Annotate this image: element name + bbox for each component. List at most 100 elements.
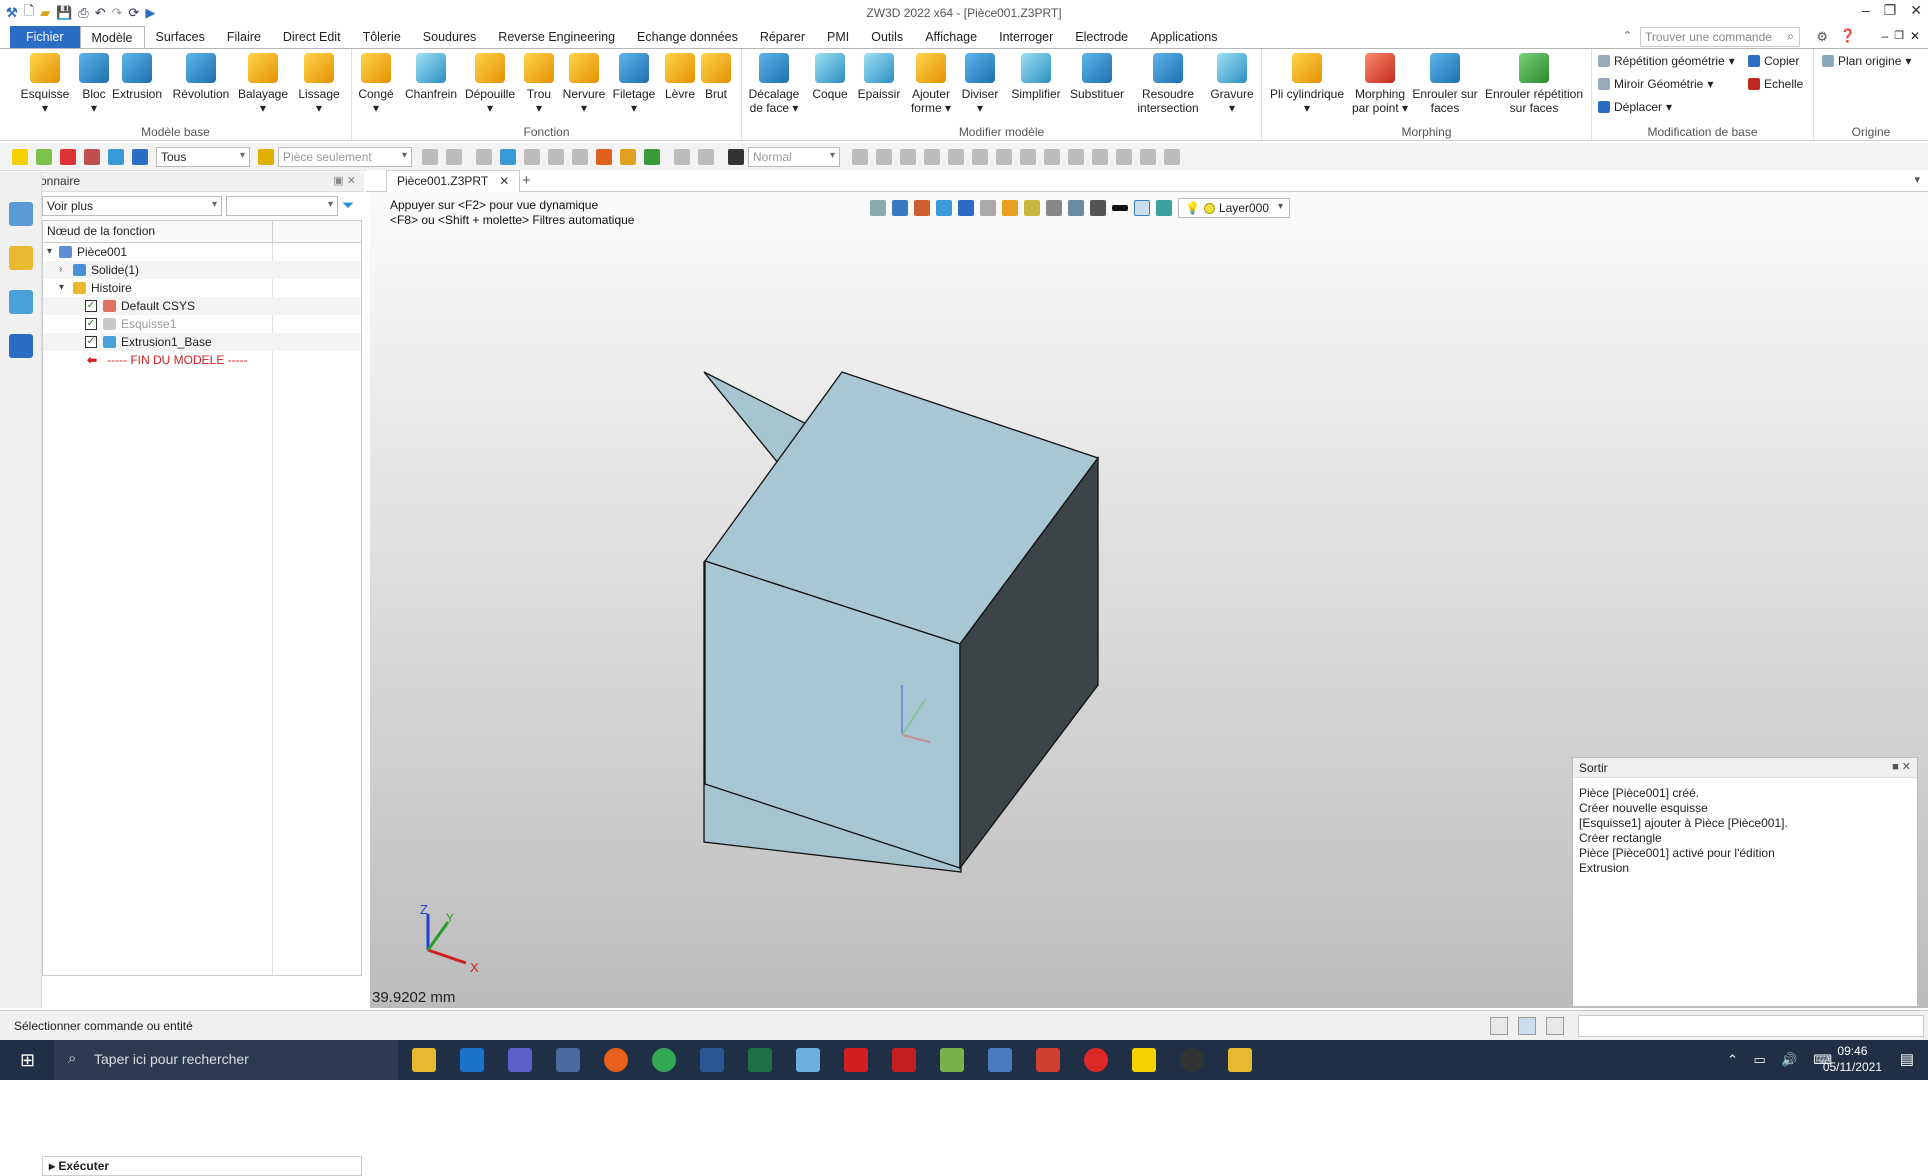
tree-node-end-of-model[interactable]: ⬅ ----- FIN DU MODELE ----- [43, 351, 361, 369]
lissage-button[interactable]: Lissage ▾ [293, 53, 345, 115]
execute-panel[interactable]: ▸ Exécuter [42, 1156, 362, 1176]
tab-list-icon[interactable]: ▾ [1914, 173, 1920, 186]
snap-face-icon[interactable] [1140, 148, 1156, 165]
windows-start-icon[interactable]: ⊞ [20, 1050, 35, 1071]
filter-icon[interactable]: ⏷ [342, 197, 354, 214]
doc-restore-icon[interactable]: ❐ [1894, 29, 1904, 42]
tree-node-piece001[interactable]: ▾ Pièce001 [43, 243, 361, 261]
tab-outils[interactable]: Outils [860, 26, 914, 48]
tab-direct-edit[interactable]: Direct Edit [272, 26, 352, 48]
add-icon[interactable] [36, 148, 52, 165]
system-tray[interactable]: ⌃ ▭ 🔊 ⌨ [1727, 1052, 1838, 1068]
tool-4-icon[interactable] [572, 148, 588, 165]
miroir-geometrie-button[interactable]: Miroir Géométrie ▾ [1598, 77, 1713, 91]
word-icon[interactable] [700, 1048, 724, 1072]
filetage-button[interactable]: Filetage ▾ [610, 53, 658, 115]
snap-point-icon[interactable] [852, 148, 868, 165]
tree-node-default-csys[interactable]: ✓ Default CSYS [43, 297, 361, 315]
cube-front-face[interactable] [703, 561, 962, 873]
snap-curve-icon[interactable] [1068, 148, 1084, 165]
cube-filter-icon[interactable] [108, 148, 124, 165]
chanfrein-button[interactable]: Chanfrein [402, 53, 460, 101]
file-explorer-icon[interactable] [412, 1048, 436, 1072]
app-icon-4[interactable] [1036, 1048, 1060, 1072]
visibility-checkbox[interactable]: ✓ [85, 300, 97, 312]
collapse-ribbon-icon[interactable]: ⌃ [1623, 29, 1632, 42]
pli-cylindrique-button[interactable]: Pli cylindrique ▾ [1266, 53, 1348, 115]
tab-applications[interactable]: Applications [1139, 26, 1228, 48]
tab-soudures[interactable]: Soudures [412, 26, 488, 48]
brut-button[interactable]: Brut [698, 53, 734, 101]
layer-filter-icon[interactable] [132, 148, 148, 165]
select-icon[interactable] [12, 148, 28, 165]
revolution-button[interactable]: Révolution [170, 53, 232, 101]
tree-node-esquisse1[interactable]: ✓ Esquisse1 [43, 315, 361, 333]
entity-filter-select[interactable]: Tous [156, 146, 250, 167]
snap-circle-icon[interactable] [996, 148, 1012, 165]
teams-icon[interactable] [508, 1048, 532, 1072]
tool-2-icon[interactable] [524, 148, 540, 165]
substituer-button[interactable]: Substituer [1066, 53, 1128, 101]
acrobat-reader-icon[interactable] [892, 1048, 916, 1072]
cube-top-face-fill[interactable] [703, 371, 962, 589]
depouille-button[interactable]: Dépouille ▾ [462, 53, 518, 115]
ajouter-forme-button[interactable]: Ajouter forme ▾ [906, 53, 956, 115]
doc-close-icon[interactable]: ✕ [1910, 29, 1920, 43]
minimize-icon[interactable]: – [1862, 2, 1870, 19]
acrobat-icon[interactable] [844, 1048, 868, 1072]
tab-modele[interactable]: Modèle [79, 26, 145, 48]
diviser-button[interactable]: Diviser ▾ [956, 53, 1004, 115]
settings-icon[interactable]: ⚙ [1816, 29, 1828, 45]
sticky-notes-icon[interactable] [1132, 1048, 1156, 1072]
tree-node-extrusion1[interactable]: ✓ Extrusion1_Base [43, 333, 361, 351]
extrusion-button[interactable]: Extrusion [110, 53, 164, 101]
snap-center-icon[interactable] [900, 148, 916, 165]
app-icon[interactable] [556, 1048, 580, 1072]
tab-filaire[interactable]: Filaire [216, 26, 272, 48]
view-more-select[interactable]: Voir plus [42, 196, 222, 216]
search-icon[interactable]: ⌕ [1787, 29, 1794, 44]
enrouler-faces-button[interactable]: Enrouler sur faces [1410, 53, 1480, 115]
folder-icon[interactable] [1228, 1048, 1252, 1072]
tool-3-icon[interactable] [548, 148, 564, 165]
trou-button[interactable]: Trou ▾ [522, 53, 556, 115]
coque-button[interactable]: Coque [808, 53, 852, 101]
new-tab-icon[interactable]: + [522, 172, 531, 189]
epaissir-button[interactable]: Epaissir [854, 53, 904, 101]
collapse-icon[interactable]: ▾ [59, 279, 64, 297]
pick-filter-icon[interactable] [84, 148, 100, 165]
echelle-button[interactable]: Echelle [1748, 77, 1803, 91]
tab-electrode[interactable]: Electrode [1064, 26, 1139, 48]
expand-icon[interactable]: › [59, 261, 62, 279]
tree-node-histoire[interactable]: ▾ Histoire [43, 279, 361, 297]
tab-reparer[interactable]: Réparer [749, 26, 816, 48]
close-icon[interactable]: ✕ [1910, 2, 1922, 19]
new-file-icon[interactable]: 🗋 [24, 2, 34, 24]
tab-close-icon[interactable]: ✕ [499, 174, 509, 188]
tool-1-icon[interactable] [500, 148, 516, 165]
resoudre-intersection-button[interactable]: Resoudre intersection [1130, 53, 1206, 115]
tree-search-input[interactable] [226, 196, 338, 216]
run-icon[interactable]: ▶ [145, 5, 155, 21]
chrome-icon[interactable] [652, 1048, 676, 1072]
snap-solid-icon[interactable] [1164, 148, 1180, 165]
repetition-geometrie-button[interactable]: Répétition géométrie ▾ [1598, 54, 1735, 68]
tab-tolerie[interactable]: Tôlerie [352, 26, 412, 48]
copier-button[interactable]: Copier [1748, 54, 1799, 68]
user-tab-icon[interactable] [8, 334, 33, 358]
snap-icon[interactable] [422, 148, 438, 165]
restore-icon[interactable]: ❐ [1884, 2, 1897, 19]
status-toggle-1-icon[interactable] [1490, 1017, 1508, 1035]
end-marker-arrow-icon[interactable]: ⬅ [87, 351, 97, 369]
snap-normal-icon[interactable] [1092, 148, 1108, 165]
bloc-button[interactable]: Bloc ▾ [74, 53, 114, 115]
command-input[interactable] [1578, 1015, 1924, 1037]
decalage-face-button[interactable]: Décalage de face ▾ [748, 53, 800, 115]
tab-pmi[interactable]: PMI [816, 26, 860, 48]
levre-button[interactable]: Lèvre [662, 53, 698, 101]
outlook-icon[interactable] [460, 1048, 484, 1072]
tab-reverse-engineering[interactable]: Reverse Engineering [487, 26, 626, 48]
firefox-icon[interactable] [604, 1048, 628, 1072]
help-icon[interactable]: ❓ [1840, 28, 1856, 44]
plan-origine-button[interactable]: Plan origine ▾ [1822, 54, 1911, 68]
